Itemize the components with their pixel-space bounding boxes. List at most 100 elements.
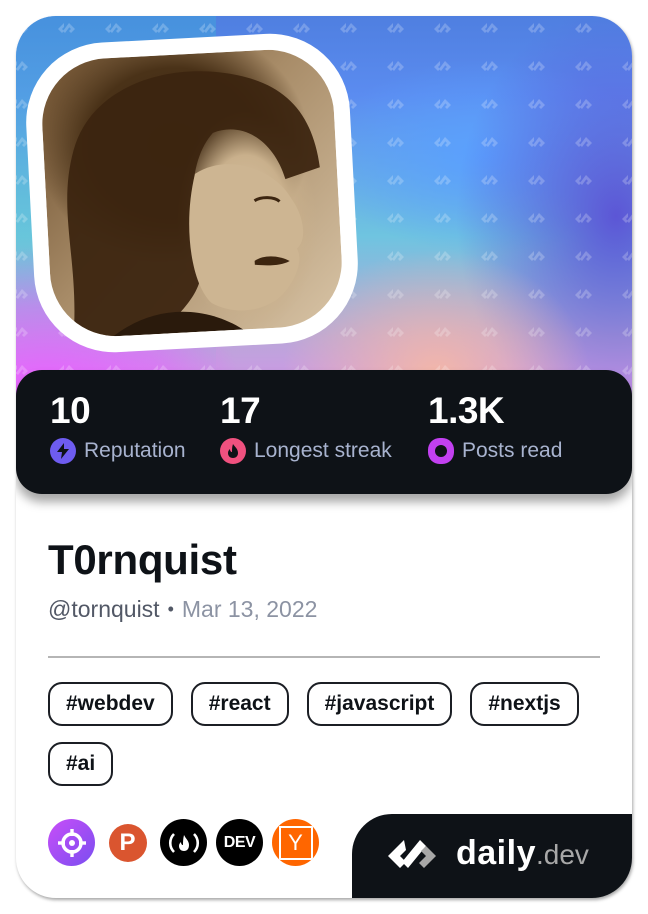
pattern-logo-icon: [387, 251, 404, 261]
pattern-logo-icon: [575, 99, 592, 109]
username-handle[interactable]: @tornquist: [48, 596, 160, 623]
pattern-logo-icon: [16, 23, 28, 33]
pattern-logo-icon: [16, 327, 28, 337]
pattern-logo-icon: [481, 251, 498, 261]
divider: [48, 656, 600, 658]
pattern-logo-icon: [16, 365, 28, 375]
pattern-logo-icon: [622, 99, 632, 109]
pattern-logo-icon: [575, 61, 592, 71]
pattern-logo-icon: [481, 327, 498, 337]
flame-icon: [220, 438, 246, 464]
pattern-logo-icon: [481, 289, 498, 299]
pattern-logo-icon: [575, 251, 592, 261]
joined-date: Mar 13, 2022: [181, 596, 318, 622]
cover-background: [16, 16, 632, 416]
pattern-logo-icon: [622, 327, 632, 337]
pattern-logo-icon: [387, 175, 404, 185]
pattern-logo-icon: [387, 327, 404, 337]
crosshair-icon[interactable]: [48, 819, 95, 866]
pattern-logo-icon: [434, 137, 451, 147]
tag-chip[interactable]: #react: [190, 682, 289, 726]
pattern-logo-icon: [434, 327, 451, 337]
pattern-logo-icon: [434, 99, 451, 109]
pattern-logo-icon: [434, 61, 451, 71]
stat-posts-read: 1.3K Posts read: [428, 390, 562, 464]
freecodecamp-icon[interactable]: [160, 819, 207, 866]
tag-chip[interactable]: #nextjs: [470, 682, 579, 726]
pattern-logo-icon: [293, 23, 310, 33]
brand-tld: .dev: [535, 839, 589, 870]
pattern-logo-icon: [387, 61, 404, 71]
pattern-logo-icon: [434, 251, 451, 261]
avatar[interactable]: [38, 46, 346, 340]
pattern-logo-icon: [622, 61, 632, 71]
brand-wordmark: daily.dev: [456, 834, 589, 873]
pattern-logo-icon: [481, 99, 498, 109]
pattern-logo-icon: [528, 327, 545, 337]
stat-longest-streak: 17 Longest streak: [220, 390, 392, 464]
pattern-logo-icon: [528, 289, 545, 299]
pattern-logo-icon: [152, 23, 169, 33]
pattern-logo-icon: [16, 289, 28, 299]
pattern-logo-icon: [622, 175, 632, 185]
stat-reputation: 10 Reputation: [50, 390, 186, 464]
pattern-logo-icon: [528, 61, 545, 71]
pattern-logo-icon: [481, 137, 498, 147]
tag-chip[interactable]: #javascript: [306, 682, 453, 726]
pattern-logo-icon: [16, 99, 28, 109]
pattern-logo-icon: [58, 23, 75, 33]
lightning-icon: [50, 438, 76, 464]
pattern-logo-icon: [528, 175, 545, 185]
display-name: T0rnquist: [48, 536, 237, 583]
pattern-logo-icon: [16, 175, 28, 185]
pattern-logo-icon: [246, 23, 263, 33]
pattern-logo-icon: [387, 137, 404, 147]
pattern-logo-icon: [340, 327, 357, 337]
tag-chip[interactable]: #ai: [48, 742, 114, 786]
stat-value: 10: [50, 390, 91, 431]
stat-value: 1.3K: [428, 390, 505, 431]
separator-dot: •: [167, 599, 174, 619]
pattern-logo-icon: [575, 213, 592, 223]
pattern-logo-icon: [387, 23, 404, 33]
source-list: P DEV Y: [48, 819, 319, 866]
hacker-news-glyph: Y: [278, 825, 313, 860]
pattern-logo-icon: [622, 23, 632, 33]
pattern-logo-icon: [528, 99, 545, 109]
pattern-logo-icon: [434, 175, 451, 185]
pattern-logo-icon: [622, 137, 632, 147]
pattern-logo-icon: [528, 213, 545, 223]
pattern-logo-icon: [575, 327, 592, 337]
tag-chip[interactable]: #webdev: [48, 682, 173, 726]
pattern-logo-icon: [575, 23, 592, 33]
stat-label: Posts read: [462, 439, 563, 462]
brand-footer: daily.dev: [352, 814, 632, 898]
pattern-logo-icon: [622, 365, 632, 375]
devcard: 10 Reputation 17 Longest streak 1.3K Pos…: [16, 16, 632, 898]
pattern-logo-icon: [387, 99, 404, 109]
avatar-frame: [22, 29, 362, 357]
pattern-logo-icon: [622, 213, 632, 223]
pattern-logo-icon: [481, 175, 498, 185]
pattern-logo-icon: [528, 23, 545, 33]
hacker-news-icon[interactable]: Y: [272, 819, 319, 866]
pattern-logo-icon: [16, 251, 28, 261]
pattern-logo-icon: [575, 175, 592, 185]
pattern-logo-icon: [16, 213, 28, 223]
pattern-logo-icon: [622, 289, 632, 299]
pattern-logo-icon: [481, 61, 498, 71]
handle-row: @tornquist • Mar 13, 2022: [48, 596, 317, 623]
pattern-logo-icon: [434, 23, 451, 33]
pattern-logo-icon: [340, 23, 357, 33]
eye-ring-icon: [428, 438, 454, 464]
pattern-logo-icon: [434, 289, 451, 299]
pattern-logo-icon: [387, 289, 404, 299]
stats-bar: 10 Reputation 17 Longest streak 1.3K Pos…: [16, 370, 632, 494]
stat-value: 17: [220, 390, 261, 431]
product-hunt-icon[interactable]: P: [104, 819, 151, 866]
pattern-logo-icon: [528, 251, 545, 261]
tag-list: #webdev #react #javascript #nextjs #ai: [48, 682, 588, 786]
dev-icon[interactable]: DEV: [216, 819, 263, 866]
pattern-logo-icon: [199, 23, 216, 33]
avatar-portrait: [67, 71, 320, 339]
